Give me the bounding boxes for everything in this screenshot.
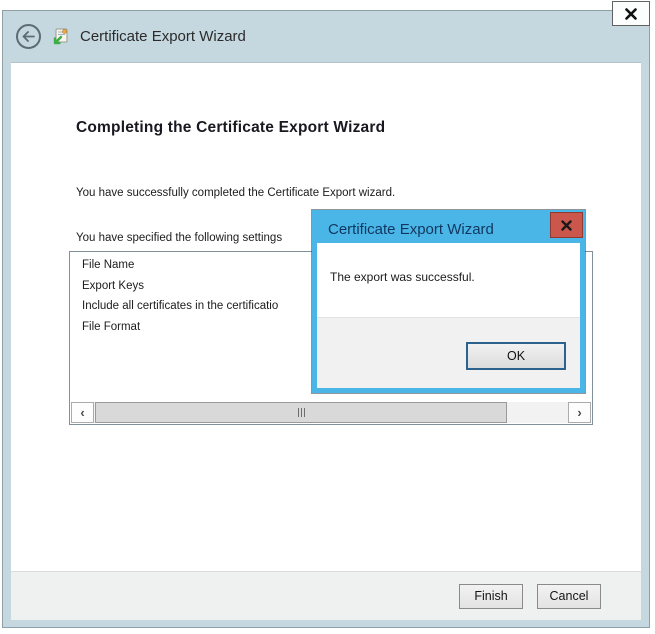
grip-icon bbox=[304, 408, 305, 417]
back-button[interactable] bbox=[16, 24, 41, 49]
completion-text: You have successfully completed the Cert… bbox=[76, 187, 395, 199]
close-icon bbox=[561, 220, 572, 231]
settings-label: You have specified the following setting… bbox=[76, 232, 282, 244]
scrollbar-thumb[interactable] bbox=[95, 402, 507, 423]
close-icon bbox=[625, 8, 637, 20]
export-success-dialog: Certificate Export Wizard The export was… bbox=[312, 210, 585, 393]
dialog-message: The export was successful. bbox=[317, 243, 580, 284]
dialog-body: The export was successful. bbox=[317, 243, 580, 318]
scrollbar-track[interactable] bbox=[94, 402, 568, 423]
ok-button[interactable]: OK bbox=[466, 342, 566, 370]
page-title: Completing the Certificate Export Wizard bbox=[76, 119, 385, 137]
finish-button[interactable]: Finish bbox=[459, 584, 523, 609]
dialog-titlebar: Certificate Export Wizard bbox=[317, 215, 580, 243]
screen-close-button[interactable] bbox=[612, 1, 650, 26]
dialog-footer: OK bbox=[317, 318, 580, 388]
back-arrow-icon bbox=[22, 31, 35, 42]
grip-icon bbox=[301, 408, 302, 417]
cancel-button[interactable]: Cancel bbox=[537, 584, 601, 609]
certificate-icon bbox=[52, 28, 69, 45]
window-title: Certificate Export Wizard bbox=[80, 28, 246, 45]
wizard-titlebar: Certificate Export Wizard bbox=[3, 11, 649, 61]
dialog-close-button[interactable] bbox=[550, 212, 583, 238]
dialog-title: Certificate Export Wizard bbox=[328, 221, 494, 238]
scroll-right-button[interactable]: › bbox=[568, 402, 591, 423]
grip-icon bbox=[298, 408, 299, 417]
wizard-footer: Finish Cancel bbox=[11, 571, 641, 620]
horizontal-scrollbar[interactable]: ‹ › bbox=[71, 402, 591, 423]
scroll-left-button[interactable]: ‹ bbox=[71, 402, 94, 423]
